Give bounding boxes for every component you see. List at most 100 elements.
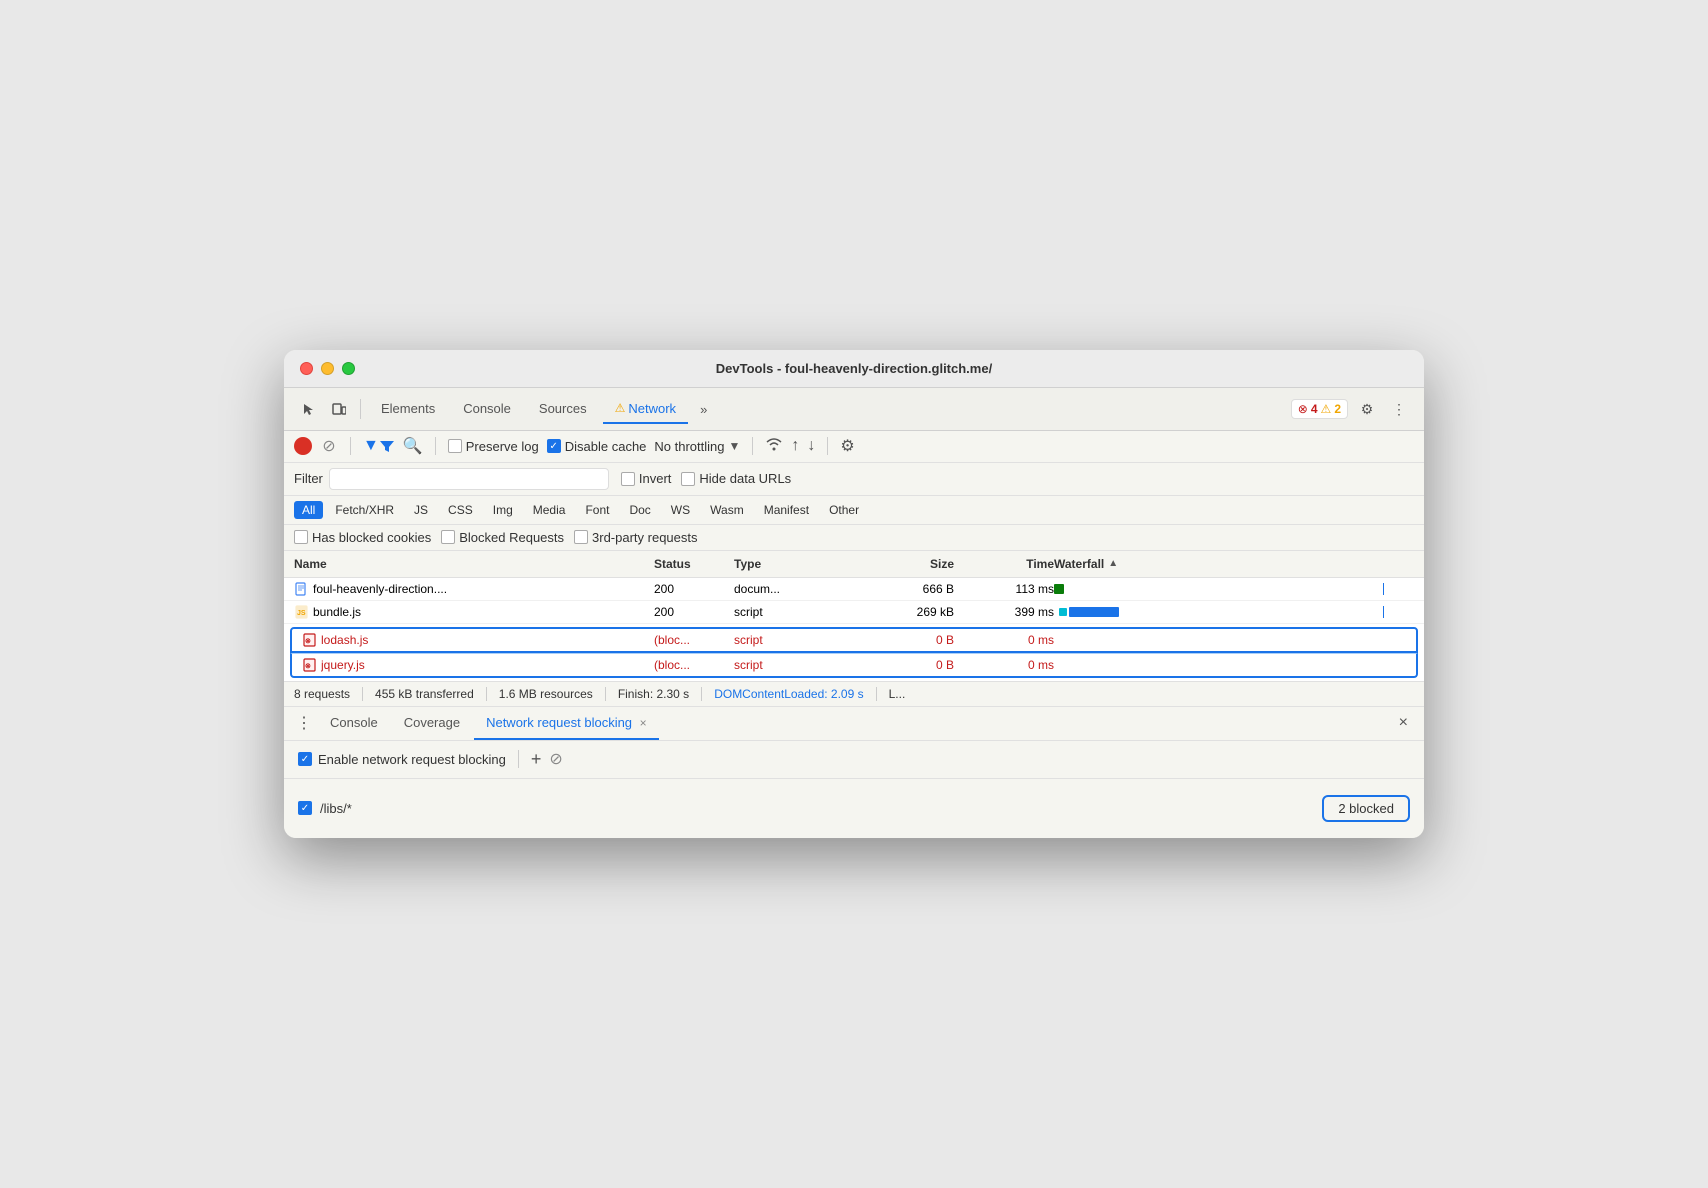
type-filter-fetchxhr[interactable]: Fetch/XHR: [327, 501, 402, 519]
svg-text:⊗: ⊗: [305, 663, 311, 670]
search-icon[interactable]: 🔍: [403, 436, 423, 456]
upload-icon[interactable]: ↑: [791, 437, 799, 455]
blocked-cookies-checkbox[interactable]: Has blocked cookies: [294, 530, 431, 545]
row4-time: 0 ms: [954, 658, 1054, 672]
add-pattern-button[interactable]: +: [531, 749, 542, 770]
row2-waterfall-bar: [1054, 606, 1414, 618]
minimize-button[interactable]: [321, 362, 334, 375]
type-filter-media[interactable]: Media: [525, 501, 574, 519]
network-settings-icon[interactable]: ⚙: [840, 436, 854, 456]
filter-icon[interactable]: ▼: [363, 437, 395, 455]
blocking-item: ✓ /libs/* 2 blocked: [298, 789, 1410, 828]
more-options-icon[interactable]: ⋮: [1386, 396, 1412, 422]
type-filter-wasm[interactable]: Wasm: [702, 501, 752, 519]
clear-patterns-button[interactable]: ⊘: [549, 749, 562, 769]
close-tab-icon[interactable]: ×: [640, 716, 647, 730]
type-filter-css[interactable]: CSS: [440, 501, 481, 519]
requests-table: Name Status Type Size Time Waterfall ▲ f…: [284, 551, 1424, 682]
type-filter-font[interactable]: Font: [577, 501, 617, 519]
pattern-checkbox[interactable]: ✓: [298, 801, 312, 815]
settings-gear-icon[interactable]: ⚙: [1354, 396, 1380, 422]
blocked-cookies-label: Has blocked cookies: [312, 530, 431, 545]
finish-time: Finish: 2.30 s: [606, 687, 702, 701]
close-button[interactable]: [300, 362, 313, 375]
type-filter-js[interactable]: JS: [406, 501, 436, 519]
tab-elements[interactable]: Elements: [369, 395, 447, 424]
table-row[interactable]: foul-heavenly-direction.... 200 docum...…: [284, 578, 1424, 601]
blocked-badge: 2 blocked: [1322, 795, 1410, 822]
th-status: Status: [654, 557, 734, 571]
error-count: 4: [1311, 402, 1318, 416]
tab-warning-icon: ⚠: [615, 401, 626, 415]
tab-network[interactable]: ⚠ Network: [603, 394, 688, 424]
blocked-requests-check[interactable]: [441, 530, 455, 544]
toolbar-separator: [360, 399, 361, 419]
requests-count: 8 requests: [294, 687, 363, 701]
invert-checkbox[interactable]: Invert: [621, 471, 672, 486]
row2-filename: bundle.js: [313, 605, 361, 619]
third-party-check[interactable]: [574, 530, 588, 544]
js-icon: JS: [294, 605, 308, 619]
tab-sources[interactable]: Sources: [527, 395, 599, 424]
blocked-requests-checkbox[interactable]: Blocked Requests: [441, 530, 564, 545]
filter-bar: Filter Invert Hide data URLs: [284, 463, 1424, 496]
hide-data-urls-check[interactable]: [681, 472, 695, 486]
row2-size: 269 kB: [854, 605, 954, 619]
load-time: L...: [877, 687, 918, 701]
type-filter-manifest[interactable]: Manifest: [756, 501, 817, 519]
enable-blocking-label: Enable network request blocking: [318, 752, 506, 767]
sort-icon[interactable]: ▲: [1108, 558, 1118, 569]
cursor-icon[interactable]: [296, 396, 322, 422]
preserve-log-check[interactable]: [448, 439, 462, 453]
row1-wf-green: [1054, 584, 1064, 594]
table-row[interactable]: JS bundle.js 200 script 269 kB 399 ms: [284, 601, 1424, 624]
th-size: Size: [854, 557, 954, 571]
hide-data-urls-checkbox[interactable]: Hide data URLs: [681, 471, 791, 486]
enable-blocking-checkbox[interactable]: ✓ Enable network request blocking: [298, 752, 506, 767]
th-waterfall: Waterfall: [1054, 557, 1104, 571]
disable-cache-checkbox[interactable]: ✓ Disable cache: [547, 439, 647, 454]
type-filter-all[interactable]: All: [294, 501, 323, 519]
invert-label: Invert: [639, 471, 672, 486]
filter-input[interactable]: [329, 468, 609, 490]
row1-waterfall: [1054, 583, 1414, 595]
enable-blocking-check[interactable]: ✓: [298, 752, 312, 766]
type-filter-ws[interactable]: WS: [663, 501, 698, 519]
invert-check[interactable]: [621, 472, 635, 486]
type-filter-other[interactable]: Other: [821, 501, 867, 519]
bottom-tab-coverage[interactable]: Coverage: [392, 707, 472, 740]
type-filter-img[interactable]: Img: [485, 501, 521, 519]
devtools-window: DevTools - foul-heavenly-direction.glitc…: [284, 350, 1424, 838]
device-icon[interactable]: [326, 396, 352, 422]
table-row-blocked-2[interactable]: ⊗ jquery.js (bloc... script 0 B 0 ms: [290, 653, 1418, 678]
disable-cache-check[interactable]: ✓: [547, 439, 561, 453]
row1-name: foul-heavenly-direction....: [294, 582, 654, 596]
network-toolbar: ⊘ ▼ 🔍 Preserve log ✓ Disable cache No th…: [284, 431, 1424, 463]
bottom-tab-console[interactable]: Console: [318, 707, 390, 740]
close-panel-button[interactable]: ×: [1391, 710, 1416, 736]
blocked-cookies-check[interactable]: [294, 530, 308, 544]
third-party-checkbox[interactable]: 3rd-party requests: [574, 530, 698, 545]
main-toolbar: Elements Console Sources ⚠ Network » ⊗ 4…: [284, 388, 1424, 431]
clear-button[interactable]: ⊘: [320, 437, 338, 455]
svg-text:JS: JS: [297, 610, 306, 617]
bottom-tab-network-blocking[interactable]: Network request blocking ×: [474, 707, 659, 740]
tab-console[interactable]: Console: [451, 395, 523, 424]
record-button[interactable]: [294, 437, 312, 455]
maximize-button[interactable]: [342, 362, 355, 375]
table-row-blocked-1[interactable]: ⊗ lodash.js (bloc... script 0 B 0 ms: [290, 627, 1418, 653]
preserve-log-checkbox[interactable]: Preserve log: [448, 439, 539, 454]
window-title: DevTools - foul-heavenly-direction.glitc…: [716, 361, 992, 376]
th-waterfall-container: Waterfall ▲: [1054, 557, 1414, 571]
download-icon[interactable]: ↓: [807, 437, 815, 455]
throttle-dropdown-icon[interactable]: ▼: [729, 439, 741, 453]
more-tabs-button[interactable]: »: [692, 398, 715, 421]
row2-status: 200: [654, 605, 734, 619]
filter-options: Invert Hide data URLs: [621, 471, 791, 486]
row2-wf-blue: [1069, 607, 1119, 617]
bottom-more-icon[interactable]: ⋮: [292, 709, 316, 737]
type-filter-doc[interactable]: Doc: [621, 501, 658, 519]
row2-wf-cyan: [1059, 608, 1067, 616]
wifi-icon[interactable]: [765, 436, 783, 457]
filter-label: Filter: [294, 471, 323, 486]
